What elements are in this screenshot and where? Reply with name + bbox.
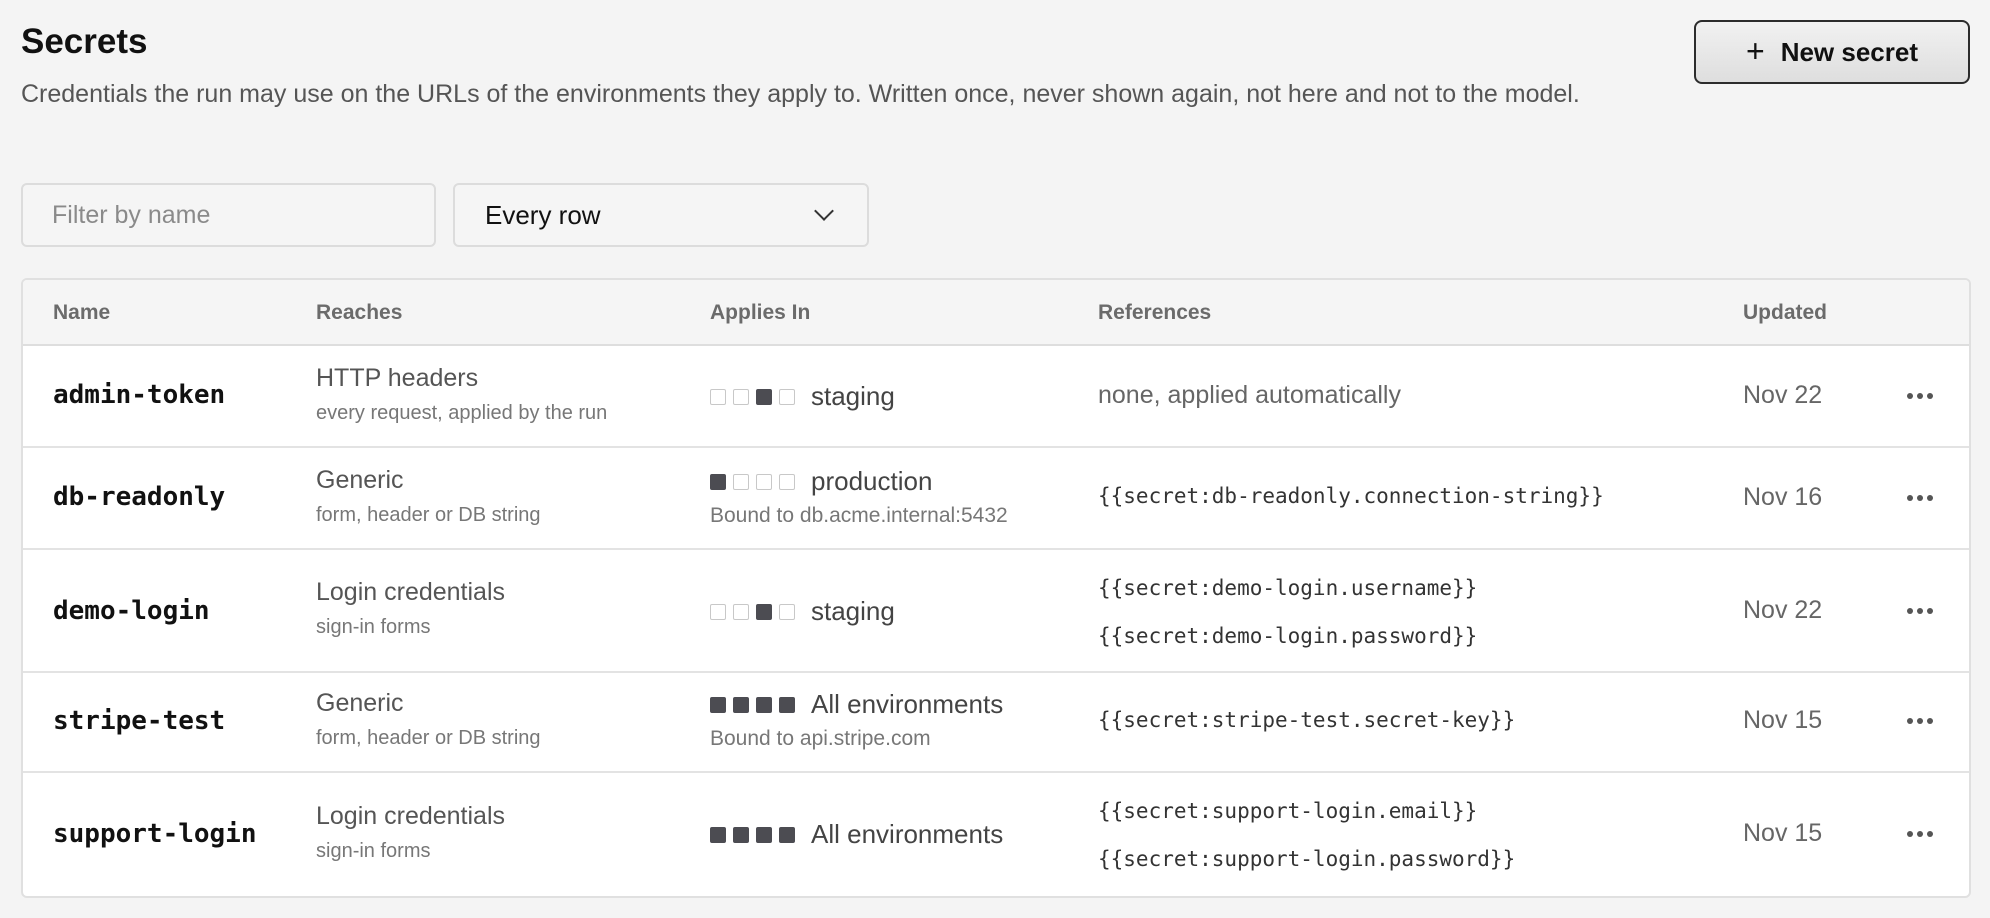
new-secret-label: New secret <box>1780 36 1918 67</box>
environment-label: All environments <box>811 819 1004 849</box>
environment-indicator <box>710 603 795 620</box>
reach-type: HTTP headers <box>316 364 479 392</box>
environment-indicator <box>710 388 795 405</box>
filter-by-name-input[interactable]: Filter by name <box>21 183 436 247</box>
secret-reference[interactable]: {{secret:stripe-test.secret-key}} <box>1098 708 1515 732</box>
new-secret-button[interactable]: + New secret <box>1694 20 1970 84</box>
column-header-references[interactable]: References <box>1098 301 1211 325</box>
row-actions-button[interactable] <box>1907 488 1943 508</box>
column-header-applies-in[interactable]: Applies In <box>710 301 810 325</box>
applies-in: All environments <box>710 689 1003 720</box>
applies-in: All environments <box>710 819 1003 850</box>
env-square <box>756 696 772 713</box>
environment-label: production <box>811 466 933 496</box>
row-actions-button[interactable] <box>1907 601 1943 621</box>
reach-type: Login credentials <box>316 802 506 830</box>
updated-date: Nov 22 <box>1743 381 1823 409</box>
secret-reference[interactable]: {{secret:demo-login.password}} <box>1098 624 1477 648</box>
table-header: Name Reaches Applies In References Updat… <box>23 280 1969 346</box>
row-filter-select[interactable]: Every row <box>453 183 869 247</box>
env-square <box>710 388 726 405</box>
row-actions-button[interactable] <box>1907 711 1943 731</box>
env-square <box>733 388 749 405</box>
row-actions-button[interactable] <box>1907 824 1943 844</box>
secret-reference[interactable]: {{secret:support-login.password}} <box>1098 847 1515 871</box>
env-square <box>710 696 726 713</box>
reach-type: Generic <box>316 689 404 717</box>
row-filter-value: Every row <box>485 199 601 230</box>
column-header-updated[interactable]: Updated <box>1743 301 1827 325</box>
env-square <box>756 473 772 490</box>
env-square <box>733 826 749 843</box>
environment-indicator <box>710 696 795 713</box>
row-actions-button[interactable] <box>1907 386 1943 406</box>
references-text: none, applied automatically <box>1098 381 1401 409</box>
reach-detail: form, header or DB string <box>316 727 541 749</box>
reach-type: Login credentials <box>316 578 506 606</box>
table-row[interactable]: db-readonly Generic form, header or DB s… <box>23 448 1969 550</box>
filter-placeholder: Filter by name <box>52 200 211 229</box>
secret-name[interactable]: stripe-test <box>53 706 225 736</box>
updated-date: Nov 16 <box>1743 483 1823 511</box>
updated-date: Nov 22 <box>1743 596 1823 624</box>
env-square <box>710 473 726 490</box>
plus-icon: + <box>1746 32 1765 69</box>
environment-binding: Bound to db.acme.internal:5432 <box>710 504 1008 527</box>
secret-name[interactable]: support-login <box>53 819 257 849</box>
updated-date: Nov 15 <box>1743 819 1823 847</box>
env-square <box>779 826 795 843</box>
applies-in: staging <box>710 381 895 412</box>
secret-reference[interactable]: {{secret:support-login.email}} <box>1098 799 1477 823</box>
env-square <box>779 696 795 713</box>
applies-in: staging <box>710 596 895 627</box>
environment-indicator <box>710 826 795 843</box>
page-title: Secrets <box>21 22 148 61</box>
column-header-name[interactable]: Name <box>53 301 110 325</box>
env-square <box>733 473 749 490</box>
table-row[interactable]: support-login Login credentials sign-in … <box>23 773 1969 896</box>
secret-name[interactable]: admin-token <box>53 380 225 410</box>
environment-indicator <box>710 473 795 490</box>
reach-detail: sign-in forms <box>316 840 431 862</box>
environment-label: staging <box>811 381 895 411</box>
env-square <box>779 388 795 405</box>
page-description: Credentials the run may use on the URLs … <box>21 80 1580 108</box>
secret-reference[interactable]: {{secret:demo-login.username}} <box>1098 576 1477 600</box>
reach-detail: every request, applied by the run <box>316 402 608 424</box>
env-square <box>756 603 772 620</box>
reach-detail: form, header or DB string <box>316 504 541 526</box>
secrets-table: Name Reaches Applies In References Updat… <box>21 278 1971 898</box>
env-square <box>756 826 772 843</box>
env-square <box>710 603 726 620</box>
reach-detail: sign-in forms <box>316 616 431 638</box>
env-square <box>733 603 749 620</box>
chevron-down-icon <box>814 201 834 221</box>
updated-date: Nov 15 <box>1743 706 1823 734</box>
environment-binding: Bound to api.stripe.com <box>710 727 931 750</box>
table-row[interactable]: stripe-test Generic form, header or DB s… <box>23 673 1969 773</box>
env-square <box>756 388 772 405</box>
secret-name[interactable]: demo-login <box>53 596 210 626</box>
applies-in: production <box>710 466 932 497</box>
secret-name[interactable]: db-readonly <box>53 482 225 512</box>
secret-reference[interactable]: {{secret:db-readonly.connection-string}} <box>1098 484 1604 508</box>
column-header-reaches[interactable]: Reaches <box>316 301 402 325</box>
env-square <box>779 473 795 490</box>
reach-type: Generic <box>316 466 404 494</box>
environment-label: All environments <box>811 689 1004 719</box>
env-square <box>733 696 749 713</box>
table-row[interactable]: demo-login Login credentials sign-in for… <box>23 550 1969 673</box>
env-square <box>710 826 726 843</box>
table-row[interactable]: admin-token HTTP headers every request, … <box>23 346 1969 448</box>
environment-label: staging <box>811 596 895 626</box>
env-square <box>779 603 795 620</box>
